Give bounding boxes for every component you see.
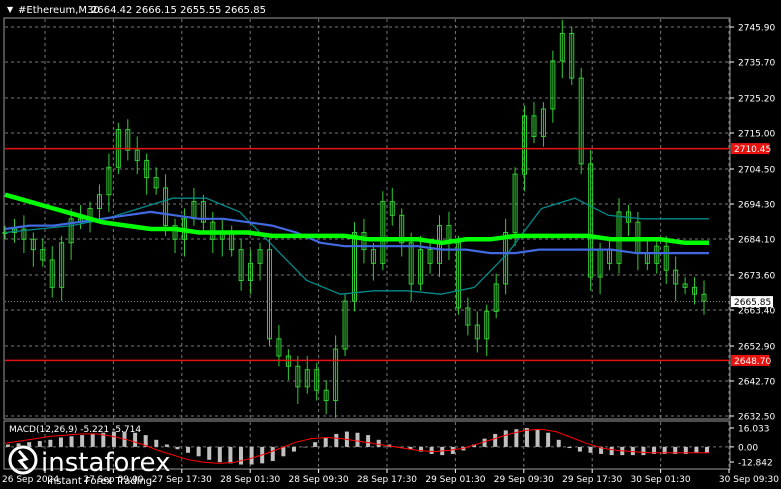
macd-bar — [16, 443, 21, 447]
macd-bar — [588, 446, 593, 453]
macd-bar — [27, 442, 32, 447]
macd-bar — [217, 446, 222, 463]
macd-bar — [705, 446, 709, 453]
macd-bar — [196, 446, 201, 457]
collapse-arrow-icon[interactable]: ▼ — [7, 5, 14, 14]
macd-bar — [546, 432, 551, 447]
macd-bar — [186, 446, 191, 453]
price-tick-label: 2745.90 — [738, 24, 775, 34]
price-tick-label: 2715.00 — [738, 129, 775, 139]
macd-bar — [609, 446, 614, 456]
watermark-brand: instaforex — [41, 448, 170, 478]
time-tick-label: 29 Sep 09:30 — [494, 475, 554, 485]
time-tick-label: 29 Sep 17:30 — [562, 475, 622, 485]
chart-symbol: #Ethereum,M30 — [18, 5, 100, 16]
price-tick-label: 2652.90 — [738, 343, 775, 353]
macd-bar — [556, 439, 561, 447]
macd-bar — [503, 430, 508, 447]
macd-bar — [175, 446, 180, 450]
macd-bar — [207, 446, 212, 460]
macd-bar — [270, 446, 275, 462]
ma-slow-line — [4, 192, 709, 246]
price-tick-label: 2735.70 — [738, 58, 775, 68]
macd-bar — [493, 433, 498, 447]
time-tick-label: 28 Sep 17:30 — [357, 475, 417, 485]
macd-bar — [48, 439, 53, 447]
macd-label: MACD(12,26,9) -5.221 -5.714 — [9, 425, 141, 435]
macd-bar — [376, 439, 381, 447]
macd-bar — [355, 432, 360, 447]
macd-bar — [334, 433, 339, 447]
macd-bar — [154, 439, 159, 447]
macd-bar — [90, 433, 95, 447]
macd-bar — [37, 440, 42, 447]
macd-axis: 16.033 0.00 -12.842 — [730, 425, 773, 469]
macd-bar — [630, 446, 635, 456]
time-tick-label: 27 Sep 09:00 — [83, 475, 143, 485]
macd-tick-label: 16.033 — [738, 425, 770, 435]
time-tick-label: 27 Sep 17:30 — [152, 475, 212, 485]
macd-bar — [323, 437, 328, 447]
resistance-price-label: 2710.45 — [734, 145, 771, 155]
macd-bar — [239, 446, 243, 465]
chart-ohlc: 2664.42 2666.15 2655.55 2665.85 — [91, 5, 266, 16]
macd-bar — [535, 429, 540, 447]
price-tick-label: 2632.50 — [738, 413, 775, 423]
price-tick-label: 2725.20 — [738, 95, 775, 105]
time-tick-label: 26 Sep 2024 — [2, 475, 59, 485]
macd-tick-label: -12.842 — [738, 459, 773, 469]
macd-bar — [249, 446, 254, 465]
price-tick-label: 2642.70 — [738, 378, 775, 388]
support-price-label: 2648.70 — [734, 357, 771, 367]
trading-chart[interactable]: ▼ #Ethereum,M30 2664.42 2666.15 2655.55 … — [0, 0, 781, 489]
macd-bar — [58, 437, 63, 447]
macd-bar — [567, 446, 572, 449]
price-grid — [5, 19, 730, 418]
macd-bar — [694, 446, 699, 453]
macd-bar — [577, 446, 582, 452]
macd-bar — [281, 446, 286, 457]
macd-bar — [80, 435, 85, 447]
price-tick-label: 2704.50 — [738, 166, 775, 176]
price-tick-label: 2694.30 — [738, 201, 775, 211]
macd-bar — [366, 435, 371, 447]
macd-bar — [164, 444, 169, 447]
macd-bar — [6, 444, 10, 447]
macd-bar — [291, 446, 296, 452]
price-tick-label: 2673.60 — [738, 272, 775, 282]
macd-bar — [69, 436, 74, 447]
price-tick-label: 2684.10 — [738, 235, 775, 245]
macd-tick-label: 0.00 — [738, 443, 758, 453]
macd-bar — [228, 446, 233, 464]
time-tick-label: 30 Sep 01:30 — [631, 475, 691, 485]
macd-bar — [482, 438, 487, 447]
time-tick-label: 29 Sep 01:30 — [425, 475, 485, 485]
time-tick-label: 28 Sep 01:30 — [220, 475, 280, 485]
macd-bar — [313, 442, 318, 447]
time-tick-label: 28 Sep 09:30 — [289, 475, 349, 485]
macd-bar — [302, 446, 307, 448]
macd-bar — [641, 446, 646, 456]
macd-bar — [429, 446, 434, 454]
current-price-label: 2665.85 — [734, 298, 771, 308]
time-tick-label: 30 Sep 09:30 — [719, 475, 779, 485]
